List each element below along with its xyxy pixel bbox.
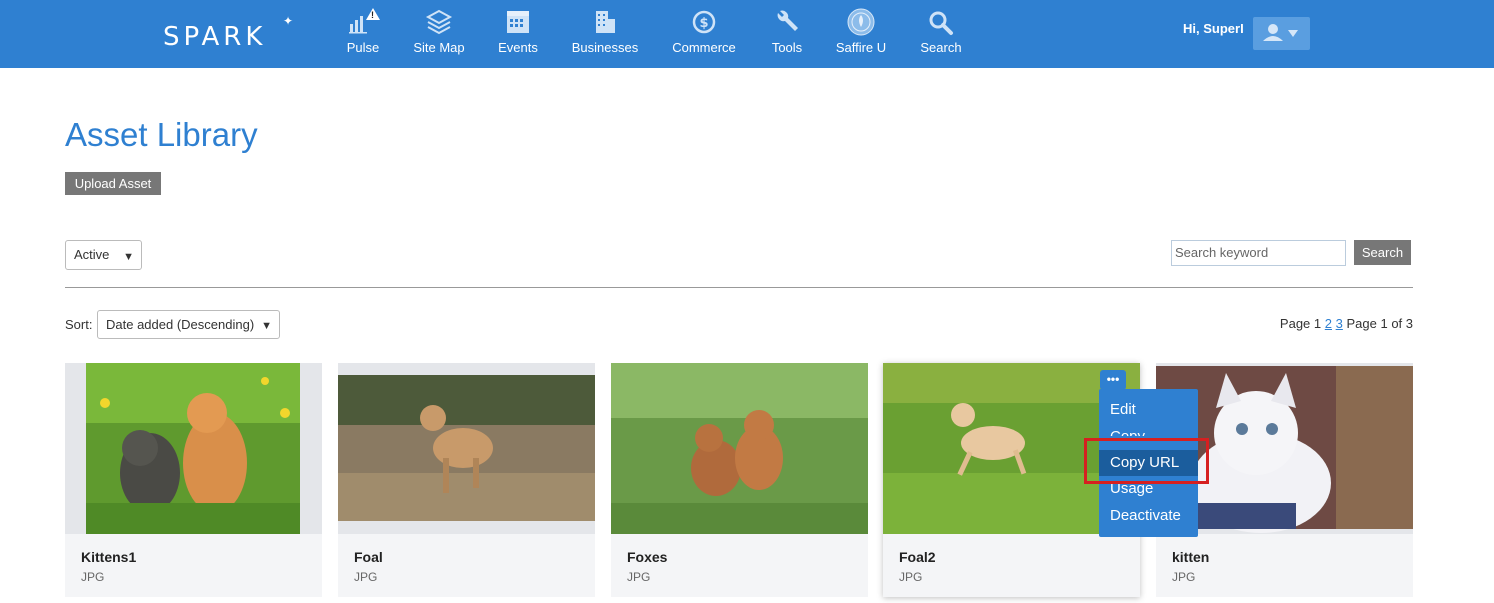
nav-search-label: Search: [920, 40, 962, 55]
nav-businesses[interactable]: Businesses: [571, 8, 639, 60]
asset-type: JPG: [354, 570, 378, 584]
sort-label: Sort:: [65, 317, 93, 332]
pager-page-current: 1: [1313, 316, 1322, 331]
divider: [65, 287, 1413, 288]
foxes-image: [611, 363, 868, 534]
status-filter-select[interactable]: Active ▼: [65, 240, 142, 270]
asset-type: JPG: [627, 570, 651, 584]
pulse-chart-icon: [349, 8, 380, 34]
nav-events[interactable]: Events: [498, 8, 538, 60]
nav-events-label: Events: [498, 40, 538, 55]
menu-item-edit[interactable]: Edit: [1099, 397, 1198, 423]
nav-commerce-label: Commerce: [672, 40, 736, 55]
nav-pulse[interactable]: ! Pulse: [346, 8, 380, 60]
wrench-icon: [777, 10, 798, 31]
top-nav-bar: SPARK ✦ ! Pulse Site Map Events Business…: [0, 0, 1494, 68]
nav-site-map-label: Site Map: [413, 40, 465, 55]
logo-sparkle-icon: ✦: [283, 14, 294, 28]
nav-businesses-label: Businesses: [571, 40, 639, 55]
spark-logo[interactable]: SPARK: [163, 22, 266, 52]
asset-type: JPG: [899, 570, 923, 584]
nav-site-map[interactable]: Site Map: [412, 8, 466, 60]
menu-item-deactivate[interactable]: Deactivate: [1099, 503, 1198, 529]
pager-page-link[interactable]: 2: [1325, 316, 1332, 331]
asset-name[interactable]: kitten: [1172, 549, 1209, 565]
nav-saffire-u-label: Saffire U: [835, 40, 887, 55]
pagination: Page 1 2 3 Page 1 of 3: [1280, 316, 1413, 331]
nav-saffire-u[interactable]: Saffire U: [835, 8, 887, 60]
highlight-annotation-box: [1084, 438, 1209, 484]
chevron-down-icon: ▼: [123, 251, 134, 263]
menu-item-copy[interactable]: Copy: [1099, 424, 1198, 436]
asset-card[interactable]: Foxes JPG: [611, 363, 868, 597]
layers-icon: [425, 9, 453, 35]
asset-thumbnail[interactable]: [338, 363, 595, 534]
status-filter-value: Active: [74, 247, 110, 262]
alert-badge: !: [371, 10, 374, 20]
search-input[interactable]: Search keyword: [1171, 240, 1346, 266]
search-button[interactable]: Search: [1354, 240, 1411, 265]
nav-pulse-label: Pulse: [346, 40, 380, 55]
nav-search[interactable]: Search: [920, 8, 962, 60]
asset-name[interactable]: Foal2: [899, 549, 936, 565]
building-icon: [596, 11, 615, 33]
asset-name[interactable]: Kittens1: [81, 549, 136, 565]
user-avatar-icon: [1263, 24, 1298, 41]
saffire-seal-icon: [847, 8, 875, 36]
page-title: Asset Library: [65, 116, 258, 153]
asset-type: JPG: [1172, 570, 1196, 584]
asset-card[interactable]: Foal JPG: [338, 363, 595, 597]
foal-image: [338, 375, 595, 521]
more-options-icon[interactable]: •••: [1100, 370, 1126, 390]
asset-thumbnail[interactable]: [65, 363, 322, 534]
asset-card[interactable]: Kittens1 JPG: [65, 363, 322, 597]
user-greeting: Hi, SuperI: [1183, 21, 1244, 36]
pager-page-link[interactable]: 3: [1336, 316, 1343, 331]
dollar-icon: $: [692, 10, 716, 34]
calendar-icon: [507, 11, 529, 33]
asset-name[interactable]: Foxes: [627, 549, 667, 565]
nav-tools[interactable]: Tools: [770, 8, 804, 60]
kittens-image: [86, 363, 300, 534]
chevron-down-icon: ▼: [261, 320, 272, 332]
nav-commerce[interactable]: $ Commerce: [671, 8, 737, 60]
upload-asset-button[interactable]: Upload Asset: [65, 172, 161, 195]
chevron-down-icon: [1288, 30, 1298, 37]
asset-thumbnail[interactable]: [611, 363, 868, 534]
sort-select[interactable]: Date added (Descending) ▼: [97, 310, 280, 339]
asset-type: JPG: [81, 570, 105, 584]
nav-tools-label: Tools: [771, 40, 803, 55]
pager-prefix: Page: [1279, 316, 1311, 331]
svg-text:$: $: [699, 16, 708, 31]
user-menu-button[interactable]: [1253, 17, 1310, 50]
asset-name[interactable]: Foal: [354, 549, 383, 565]
sort-value: Date added (Descending): [106, 317, 255, 332]
pager-summary: Page 1 of 3: [1346, 316, 1414, 331]
search-icon: [929, 11, 953, 35]
